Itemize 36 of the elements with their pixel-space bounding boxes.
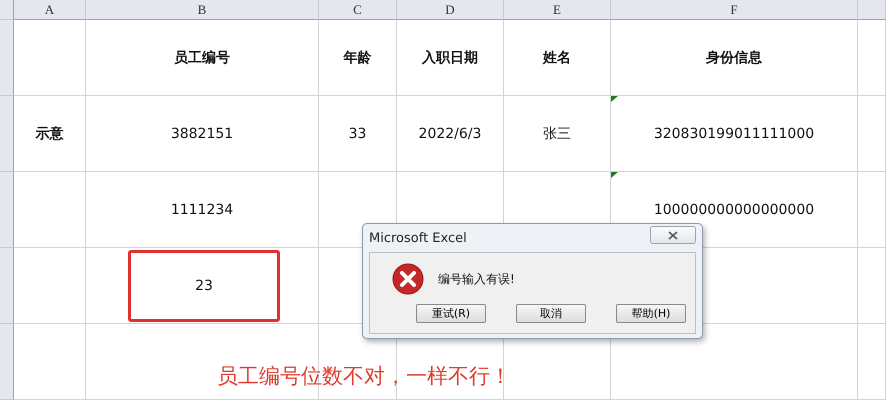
close-button[interactable]	[650, 226, 696, 244]
cell-value: 33	[348, 126, 366, 142]
cell-value: 2022/6/3	[418, 126, 482, 142]
column-header[interactable]	[858, 0, 886, 20]
row-header[interactable]	[0, 172, 14, 248]
error-icon	[392, 263, 424, 295]
select-all-corner[interactable]	[0, 0, 14, 20]
dialog-button[interactable]: 取消	[516, 304, 586, 323]
column-title: 员工编号	[174, 48, 230, 66]
dialog-button[interactable]: 重试(R)	[416, 304, 486, 323]
column-header[interactable]: D	[397, 0, 504, 20]
cell-value: 3882151	[170, 126, 234, 142]
row-header[interactable]	[0, 248, 14, 324]
dialog-button[interactable]: 帮助(H)	[616, 304, 686, 323]
dialog-title: Microsoft Excel	[369, 230, 467, 246]
column-title: 姓名	[543, 48, 571, 66]
error-message: 编号输入有误!	[438, 270, 515, 288]
row-label: 示意	[36, 124, 64, 142]
column-header[interactable]: F	[611, 0, 858, 20]
column-title: 入职日期	[422, 48, 478, 66]
column-header[interactable]: B	[86, 0, 319, 20]
column-title: 年龄	[344, 48, 372, 66]
column-header[interactable]: E	[504, 0, 611, 20]
cell-value: 1111234	[170, 202, 234, 218]
annotation-text: 员工编号位数不对，一样不行！	[217, 363, 511, 390]
cell-value: 320830199011111000	[654, 126, 814, 142]
cell-value: 100000000000000000	[654, 202, 814, 218]
column-header[interactable]: A	[14, 0, 86, 20]
cell-value: 23	[195, 278, 213, 294]
cell-value: 张三	[543, 124, 571, 142]
row-header[interactable]	[0, 96, 14, 172]
row-header[interactable]	[0, 20, 14, 96]
column-title: 身份信息	[706, 48, 762, 66]
column-header[interactable]: C	[319, 0, 397, 20]
row-header[interactable]	[0, 324, 14, 400]
close-icon	[668, 230, 678, 240]
